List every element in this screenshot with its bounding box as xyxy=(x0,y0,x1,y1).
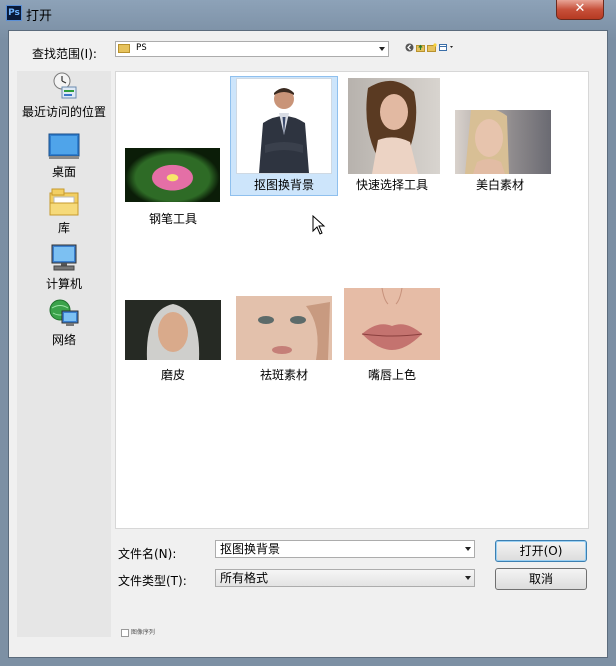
open-dialog-window: Ps 打开 ✕ 查找范围(I): PS 最近访问的位置 桌面 库 计算机 网络 … xyxy=(0,0,616,666)
cancel-button[interactable]: 取消 xyxy=(495,568,587,590)
woman-hood-thumbnail xyxy=(125,300,221,360)
place-label: 最近访问的位置 xyxy=(21,105,106,119)
lotus-flower-thumbnail xyxy=(125,148,220,202)
file-item[interactable]: 美白素材 xyxy=(446,72,554,202)
file-item[interactable]: 嘴唇上色 xyxy=(338,262,446,392)
computer-icon xyxy=(48,243,80,273)
woman-curly-hair-thumbnail xyxy=(348,78,440,174)
chevron-down-icon xyxy=(379,47,385,51)
filename-label: 文件名(N): xyxy=(118,547,177,561)
look-in-label: 查找范围(I): xyxy=(32,47,97,61)
file-item-selected[interactable]: 抠图换背景 xyxy=(230,72,338,202)
filename-value: 抠图换背景 xyxy=(220,542,281,556)
look-in-value: PS xyxy=(136,43,147,53)
recent-places-icon xyxy=(48,71,80,101)
back-icon[interactable] xyxy=(405,43,414,52)
dialog-client-area: 查找范围(I): PS 最近访问的位置 桌面 库 计算机 网络 钢笔工具 抠图换… xyxy=(8,30,608,658)
place-label: 库 xyxy=(57,221,70,235)
place-computer[interactable]: 计算机 xyxy=(17,243,111,292)
network-icon xyxy=(48,299,80,329)
businessman-thumbnail xyxy=(236,78,332,174)
photoshop-app-icon: Ps xyxy=(6,5,22,21)
file-label: 钢笔工具 xyxy=(148,212,197,226)
lips-thumbnail xyxy=(344,288,440,360)
window-title: 打开 xyxy=(26,9,53,24)
file-label: 磨皮 xyxy=(160,368,185,382)
file-label: 祛斑素材 xyxy=(259,368,308,382)
image-sequence-option[interactable]: 图像序列 xyxy=(121,627,155,637)
place-label: 桌面 xyxy=(51,165,76,179)
blonde-woman-thumbnail xyxy=(455,110,551,174)
place-label: 计算机 xyxy=(45,277,82,291)
chevron-down-icon[interactable] xyxy=(465,547,471,551)
image-sequence-label: 图像序列 xyxy=(130,629,155,636)
file-label: 美白素材 xyxy=(475,178,524,192)
places-bar: 最近访问的位置 桌面 库 计算机 网络 xyxy=(17,71,111,637)
title-bar[interactable]: Ps 打开 ✕ xyxy=(0,0,616,28)
place-libraries[interactable]: 库 xyxy=(17,187,111,236)
filetype-value: 所有格式 xyxy=(220,571,269,585)
file-item[interactable]: 钢笔工具 xyxy=(116,72,230,226)
freckled-woman-thumbnail xyxy=(236,296,332,360)
up-folder-icon[interactable] xyxy=(416,43,425,52)
place-desktop[interactable]: 桌面 xyxy=(17,131,111,180)
new-folder-icon[interactable] xyxy=(427,43,437,52)
libraries-icon xyxy=(48,187,80,217)
mouse-cursor-icon xyxy=(312,215,326,235)
file-list-view[interactable]: 钢笔工具 抠图换背景 快速选择工具 美白素材 磨皮 祛斑素材 嘴唇上色 xyxy=(115,71,589,529)
file-label: 快速选择工具 xyxy=(355,178,428,192)
file-item[interactable]: 祛斑素材 xyxy=(230,262,338,392)
filename-input[interactable]: 抠图换背景 xyxy=(215,540,475,558)
file-item[interactable]: 快速选择工具 xyxy=(338,72,446,202)
place-recent[interactable]: 最近访问的位置 xyxy=(17,71,111,120)
view-menu-icon[interactable] xyxy=(439,43,457,52)
image-sequence-checkbox[interactable] xyxy=(121,628,129,637)
file-item[interactable]: 磨皮 xyxy=(116,262,224,392)
place-label: 网络 xyxy=(51,333,76,347)
place-network[interactable]: 网络 xyxy=(17,299,111,348)
file-label: 抠图换背景 xyxy=(253,178,314,192)
chevron-down-icon xyxy=(465,576,471,580)
desktop-icon xyxy=(48,131,80,161)
open-button[interactable]: 打开(O) xyxy=(495,540,587,562)
filetype-label: 文件类型(T): xyxy=(118,574,187,588)
filetype-dropdown[interactable]: 所有格式 xyxy=(215,569,475,587)
close-button[interactable]: ✕ xyxy=(556,0,604,20)
folder-icon xyxy=(118,44,130,53)
file-label: 嘴唇上色 xyxy=(367,368,416,382)
look-in-dropdown[interactable]: PS xyxy=(115,41,389,57)
